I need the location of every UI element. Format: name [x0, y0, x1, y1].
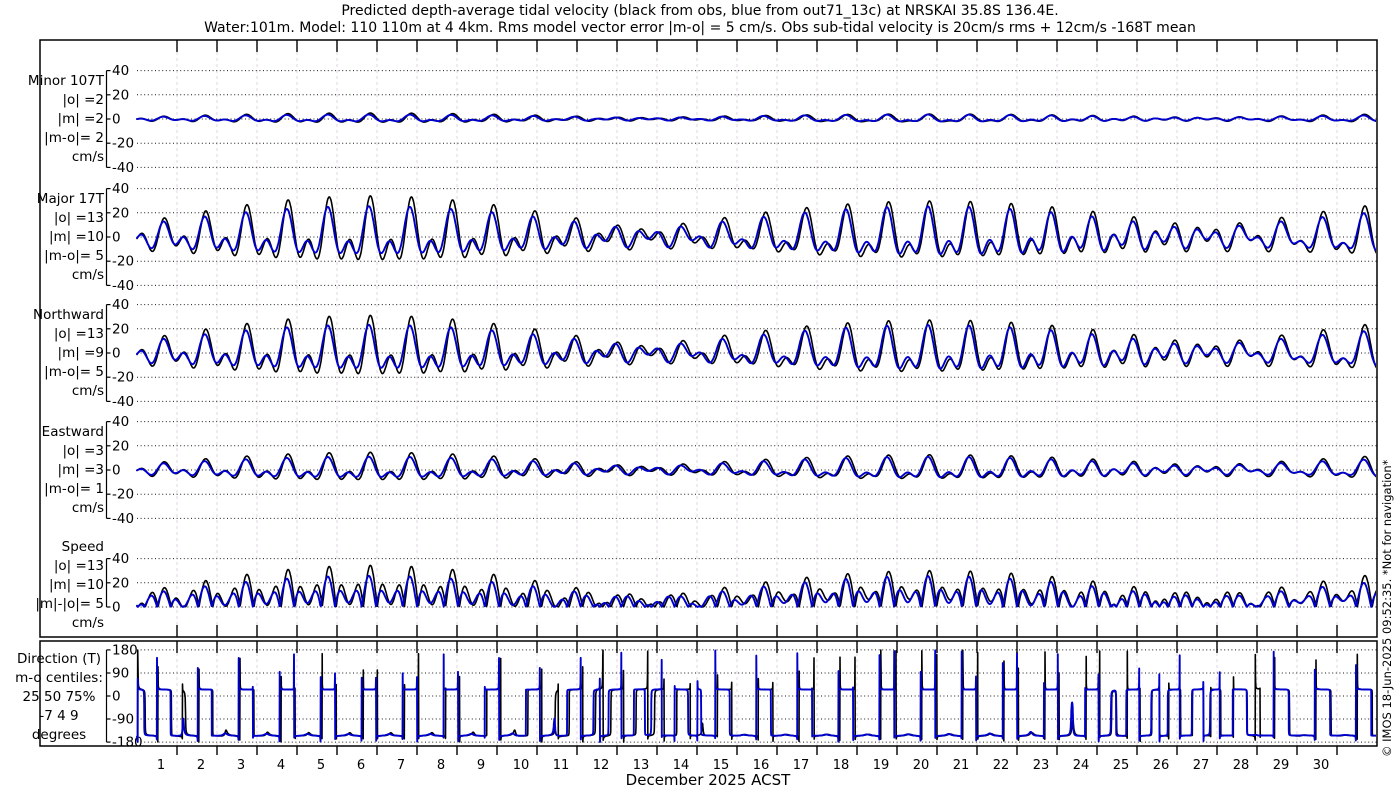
y-tick-labels-east: 40 20 0 -20 -40: [112, 414, 134, 527]
x-axis-label: December 2025 ACST: [625, 771, 791, 789]
figure: Predicted depth-average tidal velocity (…: [0, 0, 1400, 800]
panel-label-line: Speed: [62, 539, 104, 555]
y-tick-label: -20: [112, 370, 134, 386]
y-tick-label: -90: [112, 712, 134, 728]
panel-label-line: |o| =3: [62, 443, 104, 459]
y-tick-label: 20: [112, 321, 129, 337]
panel-label-speed: Speed |o| =13 |m| =10 |m|-|o|= 5 cm/s: [35, 539, 104, 631]
panel-label-line: cm/s: [72, 500, 104, 516]
panel-label-line: |m| =9: [58, 345, 104, 361]
panel-label-line: cm/s: [72, 383, 104, 399]
tidal-plot-canvas: 40200-20-40Minor 107T|o| =2|m| =2|m-o|= …: [15, 39, 1378, 773]
day-ticks: [176, 40, 1338, 755]
y-tick-labels-major: 40 20 0 -20 -40: [112, 181, 134, 294]
panel-label-line: Eastward: [42, 424, 104, 440]
y-tick-label: 20: [112, 438, 129, 454]
y-tick-label: 180: [112, 642, 138, 658]
panel-label-line: |m| =2: [58, 111, 104, 127]
copyright-note: © IMOS 18-Jun-2025 09:52:35. *Not for na…: [1380, 459, 1394, 757]
plot-frames: [39, 39, 1378, 747]
y-axis-bracket-north: [105, 304, 111, 402]
y-tick-label: -20: [112, 136, 134, 152]
y-tick-label: 40: [112, 297, 129, 313]
panel-label-line: 25 50 75%: [23, 689, 96, 705]
y-axis-bracket-major: [105, 188, 111, 286]
panel-label-line: |m-o|= 2: [44, 130, 104, 146]
panel-label-line: |m-o|= 5: [44, 248, 104, 264]
y-tick-label: 40: [112, 181, 129, 197]
day-gridlines: [176, 40, 1338, 746]
y-axis-bracket-direction: [105, 649, 111, 743]
panel-label-line: |o| =13: [54, 558, 104, 574]
y-tick-label: -20: [112, 487, 134, 503]
panel-label-line: m-o centiles:: [15, 670, 103, 686]
panel-label-north: Northward |o| =13 |m| =9 |m-o|= 5 cm/s: [33, 307, 104, 399]
y-tick-label: 40: [112, 414, 129, 430]
y-tick-label: 20: [112, 87, 129, 103]
y-tick-label: -20: [112, 254, 134, 270]
panel-label-line: |o| =13: [54, 210, 104, 226]
y-tick-label: 0: [112, 600, 121, 616]
panel-label-line: |m-o|= 5: [44, 364, 104, 380]
y-tick-label: 90: [112, 666, 129, 682]
panel-label-line: -7 4 9: [39, 708, 78, 724]
panel-label-major: Major 17T |o| =13 |m| =10 |m-o|= 5 cm/s: [37, 191, 105, 283]
y-tick-label: 20: [112, 575, 129, 591]
y-tick-labels-minor: 40 20 0 -20 -40: [112, 63, 134, 176]
panel-label-line: |m| =10: [49, 577, 104, 593]
panel-label-line: cm/s: [72, 267, 104, 283]
y-tick-label: -40: [112, 511, 134, 527]
panel-label-east: Eastward |o| =3 |m| =3 |m-o|= 1 cm/s: [42, 424, 104, 516]
y-tick-label: -40: [112, 278, 134, 294]
panel-label-line: cm/s: [72, 615, 104, 631]
y-tick-label: 0: [112, 112, 121, 128]
y-tick-label: 0: [112, 463, 121, 479]
y-axis-bracket-east: [105, 421, 111, 520]
y-tick-labels-speed: 40 20 0: [112, 551, 129, 615]
panel-label-line: |m|-|o|= 5: [35, 596, 104, 612]
panel-label-line: Major 17T: [37, 191, 105, 207]
panel-label-line: cm/s: [72, 149, 104, 165]
panel-label-line: |o| =13: [54, 326, 104, 342]
panel-label-line: |m| =10: [49, 229, 104, 245]
panel-label-line: |o| =2: [62, 92, 104, 108]
panel-label-direction: Direction (T) m-o centiles: 25 50 75% -7 4 …: [15, 651, 103, 743]
y-tick-label: 40: [112, 551, 129, 567]
y-tick-label: 0: [112, 689, 121, 705]
y-tick-label: -40: [112, 394, 134, 410]
y-axis-bracket-minor: [105, 69, 111, 168]
y-axis-bracket-speed: [105, 557, 111, 608]
y-tick-label: -40: [112, 160, 134, 176]
y-tick-label: 0: [112, 230, 121, 246]
y-tick-label: 20: [112, 205, 129, 221]
panel-label-line: Direction (T): [17, 651, 101, 667]
y-tick-label: 40: [112, 63, 129, 79]
panel-label-line: |m| =3: [58, 462, 104, 478]
y-tick-label: 0: [112, 346, 121, 362]
panel-label-line: Northward: [33, 307, 104, 323]
panel-label-line: |m-o|= 1: [44, 481, 104, 497]
y-tick-labels-north: 40 20 0 -20 -40: [112, 297, 134, 410]
